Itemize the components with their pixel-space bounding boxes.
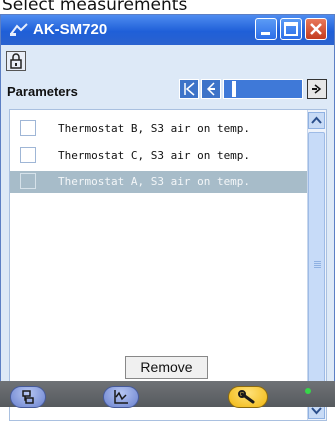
title-bar: AK-SM720 <box>1 15 334 45</box>
close-button[interactable] <box>305 18 327 40</box>
page-slider[interactable] <box>223 79 303 99</box>
row-checkbox[interactable] <box>20 147 36 163</box>
lock-button[interactable] <box>6 51 26 71</box>
vertical-scrollbar[interactable] <box>307 110 326 420</box>
row-label: Thermostat B, S3 air on temp. <box>58 122 251 135</box>
grip-icon <box>314 261 321 262</box>
row-checkbox[interactable] <box>20 120 36 136</box>
status-indicator <box>305 388 311 394</box>
list-item-selected[interactable]: Thermostat A, S3 air on temp. <box>10 171 308 193</box>
previous-button[interactable] <box>201 79 221 99</box>
remove-button[interactable]: Remove <box>125 356 208 379</box>
page-caption: Select measurements <box>2 0 188 14</box>
maximize-icon <box>284 22 298 36</box>
next-button[interactable] <box>307 79 327 99</box>
first-icon <box>184 82 195 96</box>
chevron-up-icon <box>311 116 322 124</box>
window-title: AK-SM720 <box>33 21 108 38</box>
list-item[interactable]: Thermostat B, S3 air on temp. <box>10 118 308 140</box>
scroll-up-button[interactable] <box>308 112 325 129</box>
scroll-thumb[interactable] <box>308 132 325 398</box>
minimize-button[interactable] <box>255 18 277 40</box>
chart-tab[interactable] <box>103 386 139 408</box>
network-icon <box>22 390 34 404</box>
minimize-icon <box>261 32 270 35</box>
lock-icon <box>10 53 22 69</box>
wrench-icon <box>238 390 255 404</box>
first-page-button[interactable] <box>179 79 199 99</box>
maximize-button[interactable] <box>280 18 302 40</box>
close-icon <box>310 23 322 35</box>
app-logo-icon <box>10 23 28 36</box>
row-label: Thermostat A, S3 air on temp. <box>58 175 251 188</box>
app-window: AK-SM720 Parameters Thermostat B, S3 air… <box>0 14 335 421</box>
service-tab[interactable] <box>228 386 268 408</box>
slider-thumb[interactable] <box>232 81 236 97</box>
chart-icon <box>114 390 128 404</box>
list-item[interactable]: Thermostat C, S3 air on temp. <box>10 145 308 167</box>
next-icon <box>312 84 322 94</box>
parameters-label: Parameters <box>7 84 78 99</box>
prev-icon <box>206 82 215 96</box>
parameters-header: Parameters <box>1 77 334 105</box>
bottom-toolbar <box>0 381 335 408</box>
row-label: Thermostat C, S3 air on temp. <box>58 149 251 162</box>
row-checkbox[interactable] <box>20 173 36 189</box>
network-tab[interactable] <box>10 386 46 408</box>
